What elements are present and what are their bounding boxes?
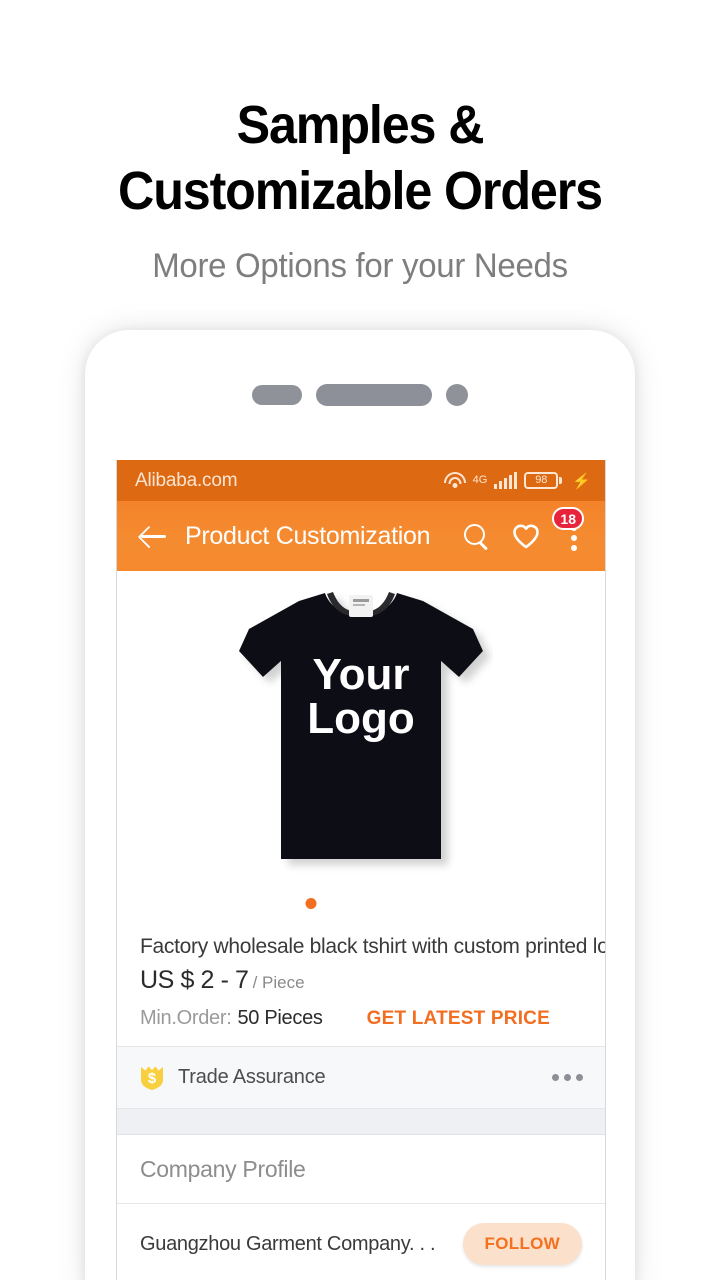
charging-bolt-icon: ⚡ [572,473,591,490]
front-camera-icon [446,384,468,406]
status-bar-brand: Alibaba.com [135,469,238,491]
sensor-bar-icon [252,385,302,405]
company-profile-header: Company Profile [117,1135,605,1204]
carousel-dot[interactable] [380,898,392,909]
notification-badge: 18 [552,507,584,530]
phone-screen: Alibaba.com 4G 98 ⚡ Product Customizatio… [116,460,606,1280]
product-price: US $ 2 - 7 [140,966,249,994]
carousel-dot[interactable] [355,898,367,909]
carousel-dot[interactable] [405,898,417,909]
earpiece-speaker-icon [316,384,432,406]
section-spacer [117,1109,605,1135]
product-min-order-row: Min.Order: 50 Pieces GET LATEST PRICE [140,1007,582,1030]
carousel-indicator[interactable] [280,898,442,909]
product-info: Factory wholesale black tshirt with cust… [117,919,605,1046]
carousel-dot-active[interactable] [305,898,317,909]
status-bar-icons: 4G 98 ⚡ [443,472,591,490]
carousel-dot[interactable] [330,898,342,909]
page-title: Samples & Customizable Orders [25,0,695,224]
status-bar: Alibaba.com 4G 98 ⚡ [117,460,605,501]
page-root: Samples & Customizable Orders More Optio… [0,0,720,1280]
product-price-row: US $ 2 - 7 / Piece [140,966,582,995]
carousel-dot[interactable] [430,898,442,909]
product-image-carousel[interactable]: Your Logo [117,571,605,919]
follow-button[interactable]: FOLLOW [462,1223,582,1265]
page-title-line-1: Samples & [236,95,485,155]
cellular-signal-icon [494,472,518,489]
more-vertical-icon[interactable]: 18 [552,507,588,551]
more-horizontal-icon[interactable] [552,1074,583,1081]
battery-icon: 98 [524,472,563,489]
company-row[interactable]: Guangzhou Garment Company. . . FOLLOW [117,1204,605,1280]
company-name: Guangzhou Garment Company. . . [140,1232,436,1255]
phone-mockup: Alibaba.com 4G 98 ⚡ Product Customizatio… [85,330,635,1280]
min-order-value: 50 Pieces [237,1007,323,1029]
tshirt-product-image: Your Logo [229,581,493,881]
app-bar-title: Product Customization [185,521,431,550]
product-name: Factory wholesale black tshirt with cust… [140,935,606,958]
back-button[interactable] [137,519,171,553]
promo-header: Samples & Customizable Orders More Optio… [0,0,720,286]
company-profile-title: Company Profile [140,1155,306,1182]
carousel-dot[interactable] [280,898,292,909]
svg-text:$: $ [148,1070,157,1087]
shield-dollar-icon: $ [139,1064,165,1091]
heart-icon[interactable] [512,523,540,549]
battery-percent-label: 98 [535,474,548,486]
app-bar: Product Customization 18 [117,501,605,571]
tshirt-logo-line-1: Your [313,650,410,699]
network-type-label: 4G [472,474,488,486]
tshirt-logo-line-2: Logo [307,694,415,743]
app-bar-actions: 18 [463,507,592,551]
trade-assurance-row[interactable]: $ Trade Assurance [117,1046,605,1109]
product-price-unit: / Piece [252,973,305,992]
phone-hardware-top [85,330,635,460]
min-order-label: Min.Order: [140,1007,232,1029]
get-latest-price-button[interactable]: GET LATEST PRICE [367,1008,550,1030]
page-subtitle: More Options for your Needs [152,247,568,285]
search-icon[interactable] [463,523,490,550]
page-title-line-2: Customizable Orders [118,161,603,221]
trade-assurance-label: Trade Assurance [178,1066,326,1088]
wifi-icon [443,472,466,489]
